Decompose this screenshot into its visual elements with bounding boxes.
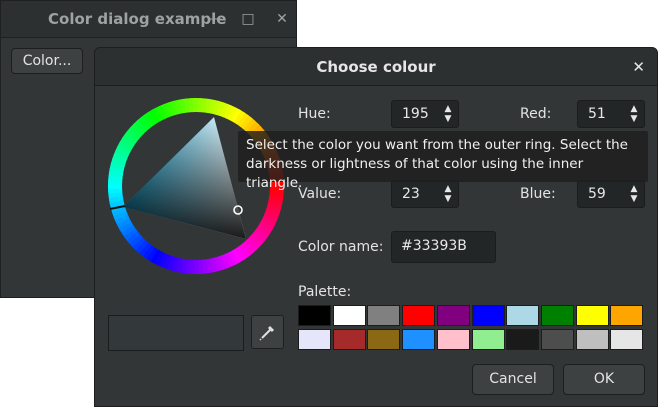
chevron-up-icon[interactable]: ▲ [443,185,453,194]
minimize-icon[interactable]: — [206,10,224,28]
hue-label: Hue: [298,106,331,122]
value-spinbutton[interactable]: 23 ▲ ▼ [391,180,459,208]
choose-colour-dialog: Choose colour ✕ Hue: 195 ▲ ▼ Red: 51 ▲ ▼… [94,47,658,407]
hue-value[interactable]: 195 [402,106,429,122]
palette-swatch[interactable] [575,329,609,350]
palette-swatch[interactable] [471,329,505,350]
palette-swatch[interactable] [367,329,401,350]
eyedropper-icon [259,325,275,341]
chevron-down-icon[interactable]: ▼ [629,115,639,124]
palette-swatch[interactable] [298,329,331,350]
palette-label: Palette: [298,284,352,300]
palette-swatch[interactable] [506,329,540,350]
palette-swatch[interactable] [402,329,436,350]
palette-swatch[interactable] [298,305,331,326]
wheel-tooltip: Select the color you want from the outer… [238,131,648,191]
palette-swatch[interactable] [506,305,540,326]
blue-value[interactable]: 59 [588,186,606,202]
chevron-up-icon[interactable]: ▲ [443,105,453,114]
chevron-down-icon[interactable]: ▼ [443,195,453,204]
parent-window-title: Color dialog example [48,10,227,28]
red-label: Red: [520,106,552,122]
cancel-button[interactable]: Cancel [472,364,554,395]
hue-spinbutton[interactable]: 195 ▲ ▼ [391,100,459,128]
color-button[interactable]: Color... [11,48,83,74]
chevron-down-icon[interactable]: ▼ [443,115,453,124]
chevron-up-icon[interactable]: ▲ [629,185,639,194]
color-name-label: Color name: [298,239,384,255]
chevron-up-icon[interactable]: ▲ [629,105,639,114]
red-spinbutton[interactable]: 51 ▲ ▼ [577,100,645,128]
palette-swatch[interactable] [575,305,609,326]
value-value[interactable]: 23 [402,186,420,202]
close-icon[interactable]: ✕ [273,10,291,28]
value-label: Value: [298,186,342,202]
maximize-icon[interactable]: □ [239,10,257,28]
ok-button[interactable]: OK [563,364,645,395]
palette-swatch[interactable] [436,305,470,326]
palette-swatch[interactable] [540,305,574,326]
color-name-field[interactable]: #33393B [391,231,496,263]
palette-swatch[interactable] [367,305,401,326]
palette-swatch[interactable] [436,329,470,350]
dialog-close-icon[interactable]: ✕ [632,58,645,76]
palette-swatch[interactable] [540,329,574,350]
palette-swatch[interactable] [471,305,505,326]
dialog-title: Choose colour [316,58,436,76]
blue-spinbutton[interactable]: 59 ▲ ▼ [577,180,645,208]
dialog-titlebar: Choose colour ✕ [95,48,657,86]
eyedropper-button[interactable] [251,315,284,349]
blue-label: Blue: [520,186,556,202]
palette-swatch[interactable] [610,329,644,350]
color-preview [108,315,244,351]
palette-swatch[interactable] [402,305,436,326]
chevron-down-icon[interactable]: ▼ [629,195,639,204]
parent-titlebar: Color dialog example — □ ✕ [1,1,296,38]
palette-swatch[interactable] [610,305,644,326]
red-value[interactable]: 51 [588,106,606,122]
palette-swatch[interactable] [332,305,366,326]
palette-swatch[interactable] [332,329,366,350]
